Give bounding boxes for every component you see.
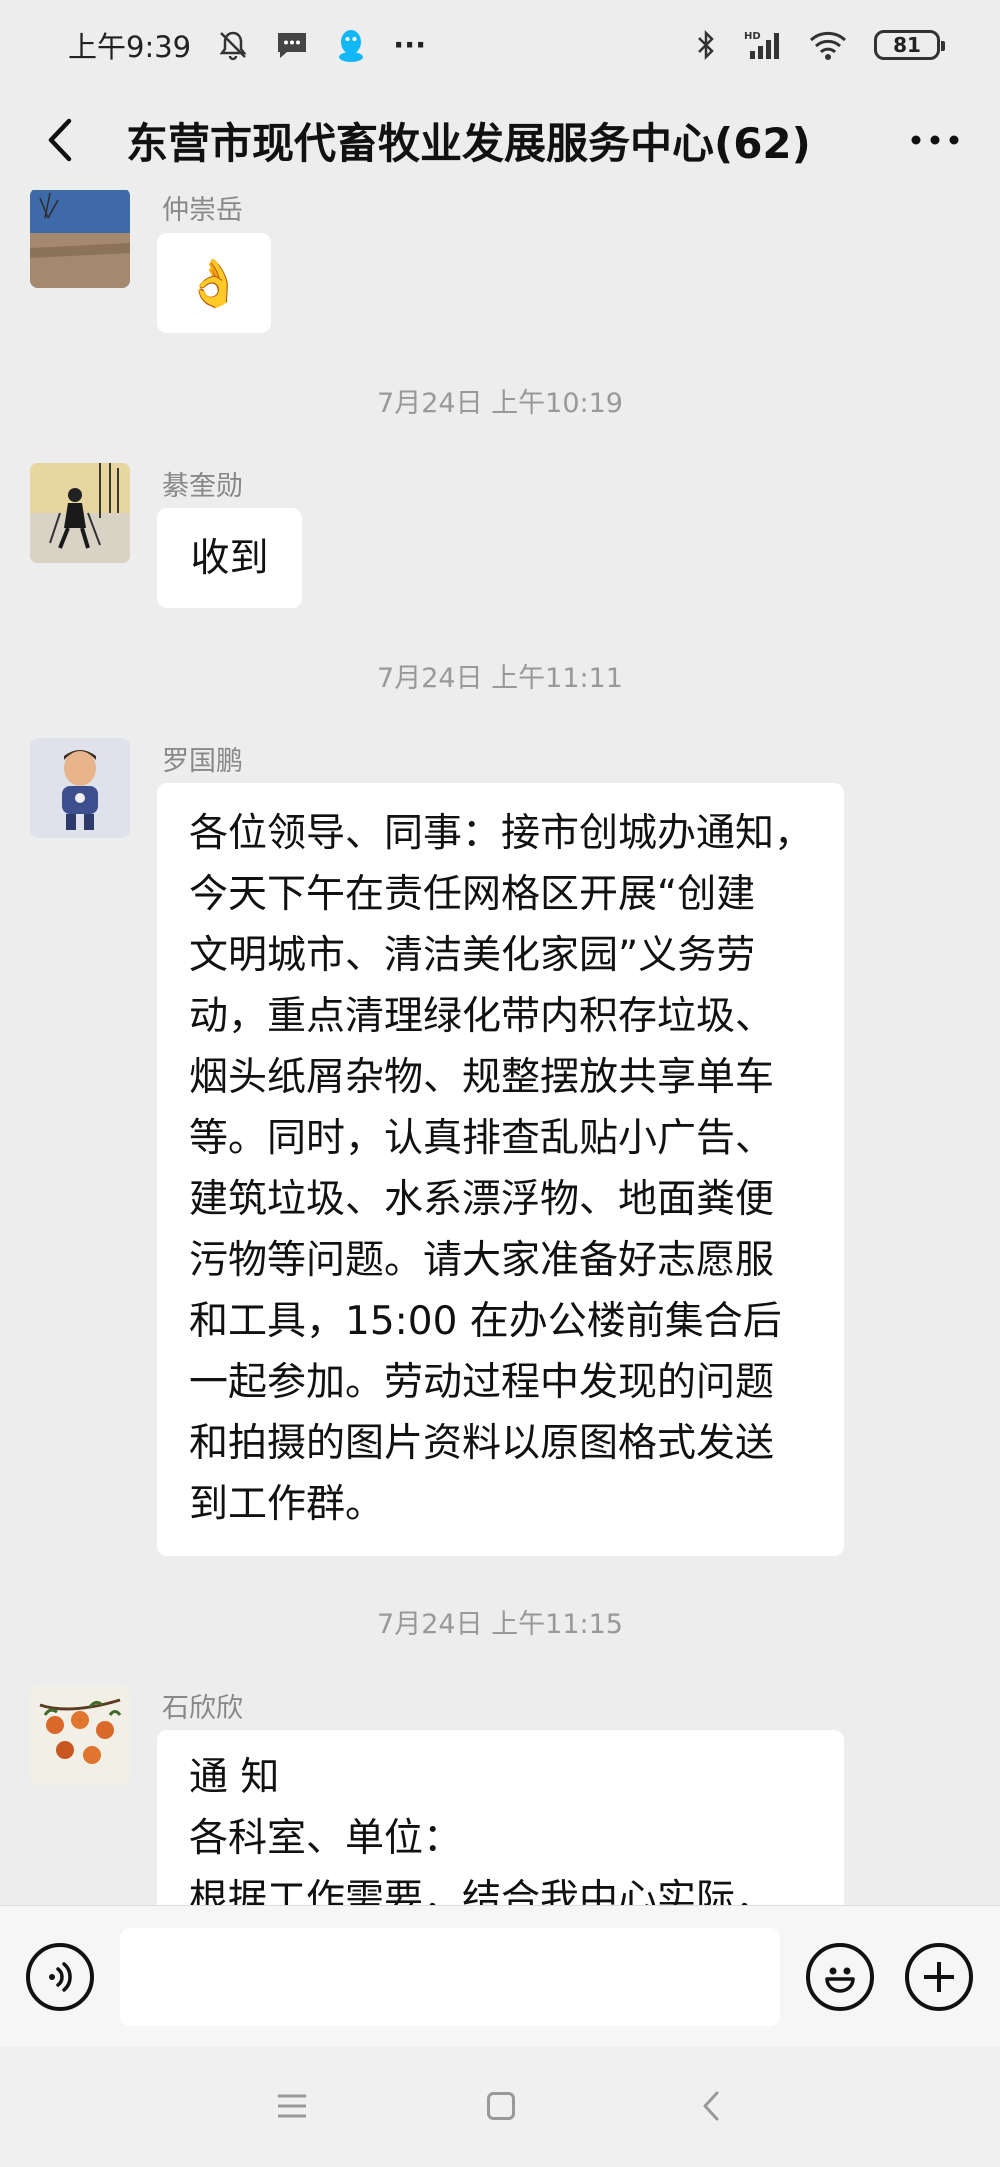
chat-header: 东营市现代畜牧业发展服务中心(62) [0, 90, 1000, 190]
message-line: 等。同时，认真排查乱贴小广告、 [189, 1116, 775, 1161]
plus-icon [924, 1962, 954, 1992]
system-nav-bar [0, 2047, 1000, 2167]
status-time: 上午9:39 [68, 30, 192, 64]
sender-name: 綦奎勋 [162, 471, 243, 502]
message-bubble[interactable]: 通 知 各科室、单位： 根据工作需要，结合我中心实际， [157, 1730, 844, 1905]
nav-home-button[interactable] [471, 2081, 531, 2131]
svg-text:HD: HD [744, 31, 761, 42]
battery-indicator: 81 [874, 30, 945, 60]
chat-input-bar [0, 1905, 1000, 2047]
avatar-sender-4[interactable] [30, 1685, 130, 1785]
status-bar: 上午9:39 ··· HD 81 [0, 0, 1000, 90]
chat-title: 东营市现代畜牧业发展服务中心(62) [126, 118, 811, 168]
message-bubble[interactable]: 各位领导、同事：接市创城办通知， 今天下午在责任网格区开展“创建 文明城市、清洁… [157, 783, 844, 1556]
mute-bell-icon [217, 29, 249, 61]
message-line: 建筑垃圾、水系漂浮物、地面粪便 [189, 1177, 775, 1222]
message-line: 和拍摄的图片资料以原图格式发送 [189, 1421, 775, 1466]
chevron-left-icon [48, 118, 72, 162]
ok-hand-emoji: 👌 [185, 255, 243, 310]
more-status-dots: ··· [393, 28, 427, 62]
more-functions-button[interactable] [905, 1943, 973, 2011]
message-line: 到工作群。 [189, 1482, 385, 1527]
message-line: 文明城市、清洁美化家园”义务劳 [189, 933, 756, 978]
timestamp: 7月24日 上午11:15 [377, 1609, 623, 1640]
message-input[interactable] [120, 1928, 780, 2026]
avatar-sender-1[interactable] [30, 190, 130, 288]
nav-back-button[interactable] [681, 2081, 741, 2131]
signal-icon: HD [742, 29, 782, 61]
status-right: HD 81 [696, 29, 945, 61]
emoji-button[interactable] [806, 1943, 874, 2011]
message-line: 通 知 [189, 1755, 280, 1800]
sender-name: 石欣欣 [162, 1693, 243, 1724]
status-left: 上午9:39 ··· [68, 24, 426, 66]
timestamp: 7月24日 上午10:19 [377, 388, 623, 419]
message-bubble[interactable]: 👌 [157, 233, 271, 333]
avatar-sender-2[interactable] [30, 463, 130, 563]
message-line: 根据工作需要，结合我中心实际， [189, 1877, 775, 1905]
message-line: 烟头纸屑杂物、规整摆放共享单车 [189, 1055, 775, 1100]
message-bubble[interactable]: 收到 [157, 508, 302, 608]
message-line: 今天下午在责任网格区开展“创建 [189, 872, 756, 917]
message-line: 各位领导、同事：接市创城办通知， [189, 811, 814, 856]
message-line: 各科室、单位： [189, 1816, 463, 1861]
timestamp: 7月24日 上午11:11 [377, 663, 623, 694]
nav-menu-button[interactable] [262, 2081, 322, 2131]
more-options-button[interactable] [900, 110, 970, 170]
more-dots-icon [911, 135, 959, 145]
message-line: 污物等问题。请大家准备好志愿服 [189, 1238, 775, 1283]
message-line: 一起参加。劳动过程中发现的问题 [189, 1360, 775, 1405]
voice-button[interactable] [26, 1943, 94, 2011]
menu-icon [278, 2094, 306, 2118]
home-square-icon [487, 2092, 515, 2120]
avatar-sender-3[interactable] [30, 738, 130, 838]
chat-message-list[interactable]: 仲崇岳 👌 7月24日 上午10:19 綦奎勋 收到 7月24日 上午11:11 [0, 190, 1000, 1905]
qq-penguin-icon [335, 27, 367, 63]
nav-back-icon [703, 2091, 719, 2121]
voice-icon [49, 1962, 72, 1992]
back-button[interactable] [30, 110, 90, 170]
sender-name: 罗国鹏 [162, 746, 243, 777]
message-text: 收到 [190, 535, 269, 581]
wifi-icon [808, 29, 848, 61]
bluetooth-icon [696, 29, 716, 61]
message-line: 动，重点清理绿化带内积存垃圾、 [189, 994, 775, 1039]
sender-name: 仲崇岳 [162, 195, 243, 226]
message-line: 和工具，15:00 在办公楼前集合后 [189, 1299, 782, 1344]
message-icon [275, 30, 309, 60]
emoji-icon [825, 1967, 855, 1993]
